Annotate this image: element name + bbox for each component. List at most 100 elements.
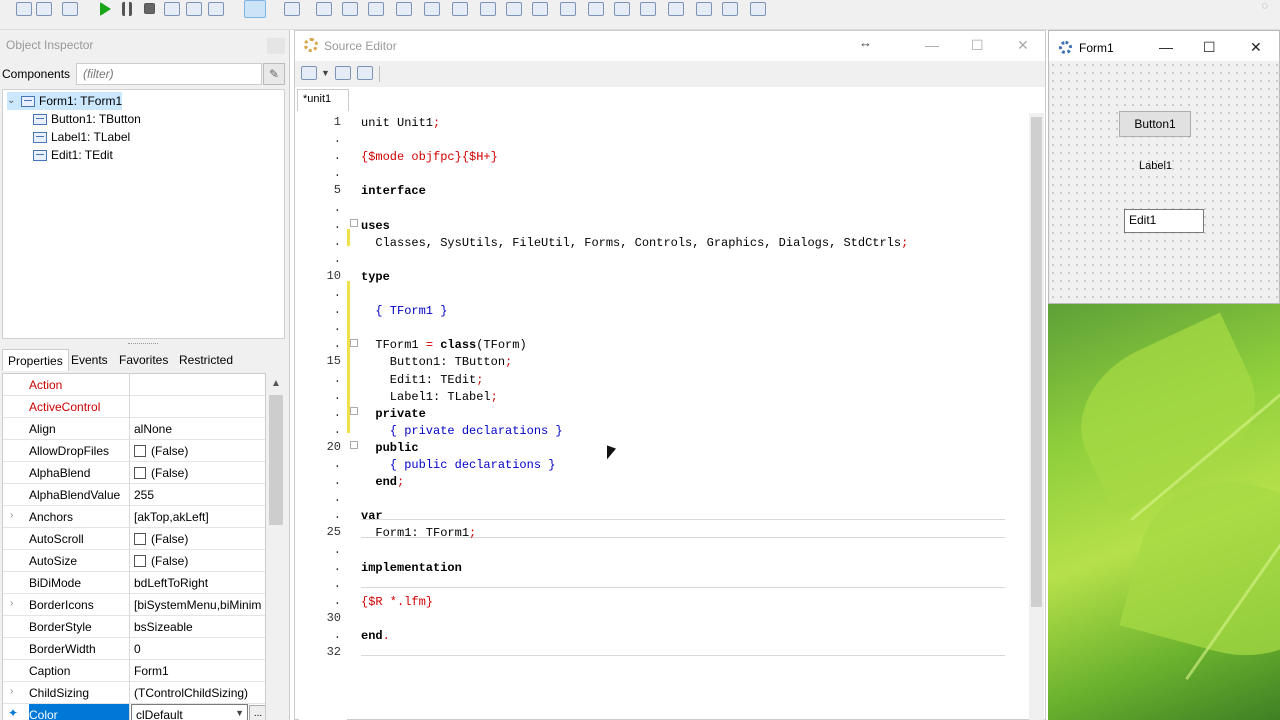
tab-properties[interactable]: Properties [2,349,69,371]
component-icon[interactable] [560,2,576,16]
help-icon[interactable]: ◌ [1261,0,1268,12]
tree-item[interactable]: Label1: TLabel [33,128,130,146]
form-titlebar[interactable]: Form1 — ☐ ✕ [1049,31,1279,61]
component-icon[interactable] [614,2,630,16]
tree-item[interactable]: Edit1: TEdit [33,146,113,164]
components-filter-input[interactable]: (filter) [76,63,262,85]
property-value-cell[interactable]: (False) [134,466,265,480]
code-line[interactable]: end. [361,628,390,645]
step-over-icon[interactable] [186,2,202,16]
property-checkbox[interactable] [134,467,146,479]
code-line[interactable]: implementation [361,560,462,577]
property-value-cell[interactable]: Form1 [134,664,265,678]
splitter-handle[interactable] [128,343,158,345]
clear-filter-icon[interactable]: ✎ [263,63,285,85]
property-value-cell[interactable]: [biSystemMenu,biMinim [134,598,265,612]
panel-close-button[interactable] [267,38,285,54]
new-unit-icon[interactable] [16,2,32,16]
code-editor[interactable]: unit Unit1; {$mode objfpc}{$H+} interface u… [361,113,1005,720]
property-row[interactable]: › ChildSizing (TControlChildSizing) [3,682,265,704]
edit1-control[interactable]: Edit1 [1124,209,1204,233]
code-line[interactable]: uses [361,218,390,235]
stop-icon[interactable] [144,3,155,14]
forward-icon[interactable] [357,66,373,80]
component-icon[interactable] [722,2,738,16]
source-editor-titlebar[interactable]: Source Editor ↔ — ☐ ✕ [295,31,1045,61]
design-surface[interactable] [1049,61,1279,303]
code-line[interactable]: Button1: TButton; [361,354,512,371]
collapse-icon[interactable]: ⌄ [7,92,17,110]
code-line[interactable]: Classes, SysUtils, FileUtil, Forms, Cont… [361,235,908,252]
back-icon[interactable] [335,66,351,80]
property-value-cell[interactable]: 0 [134,642,265,656]
component-icon[interactable] [640,2,656,16]
property-value-cell[interactable]: (False) [134,532,265,546]
code-line[interactable]: { public declarations } [361,457,556,474]
fold-toggle-icon[interactable] [350,441,358,449]
property-row[interactable]: ActiveControl [3,396,265,418]
maximize-button[interactable]: ☐ [1203,39,1216,56]
fold-toggle-icon[interactable] [350,339,358,347]
code-line[interactable]: var [361,508,383,525]
color-ellipsis-button[interactable]: ... [249,705,265,720]
minimize-button[interactable]: — [1159,39,1173,55]
component-icon[interactable] [452,2,468,16]
code-line[interactable]: TForm1 = class(TForm) [361,337,526,354]
color-value-dropdown[interactable]: clDefault ▼ [131,704,248,720]
radio-component-icon[interactable] [506,2,522,16]
property-value-cell[interactable]: 255 [134,488,265,502]
close-button[interactable]: ✕ [1250,39,1262,56]
tab-events[interactable]: Events [66,349,113,371]
step-into-icon[interactable] [164,2,180,16]
new-form-icon[interactable] [36,2,52,16]
tab-restricted[interactable]: Restricted [174,349,238,371]
property-value-cell[interactable]: (False) [134,554,265,568]
code-line[interactable]: Label1: TLabel; [361,389,498,406]
property-row[interactable]: › Anchors [akTop,akLeft] [3,506,265,528]
component-icon[interactable] [424,2,440,16]
selection-tool-icon[interactable] [244,0,266,18]
property-row[interactable]: Align alNone [3,418,265,440]
button1-control[interactable]: Button1 [1119,111,1191,137]
property-row[interactable]: BorderWidth 0 [3,638,265,660]
property-row[interactable]: AutoScroll (False) [3,528,265,550]
code-line[interactable]: unit Unit1; [361,115,440,132]
code-line[interactable]: Edit1: TEdit; [361,372,484,389]
code-line[interactable]: interface [361,183,426,200]
property-row[interactable]: AlphaBlend (False) [3,462,265,484]
property-row[interactable]: AllowDropFiles (False) [3,440,265,462]
close-button[interactable]: ✕ [1017,37,1029,54]
maximize-button[interactable]: ☐ [971,37,984,54]
scroll-up-icon[interactable]: ▲ [271,378,281,389]
property-value-cell[interactable]: bdLeftToRight [134,576,265,590]
property-value-cell[interactable]: (False) [134,444,265,458]
property-grid-scrollbar[interactable]: ▲ [268,373,284,720]
component-icon[interactable] [750,2,766,16]
property-row[interactable]: Action [3,374,265,396]
expand-icon[interactable]: › [10,686,13,697]
component-icon[interactable] [342,2,358,16]
component-icon[interactable] [532,2,548,16]
chevron-down-icon[interactable]: ▼ [235,708,244,718]
expand-icon[interactable]: › [10,598,13,609]
scrollbar-thumb[interactable] [269,395,283,525]
component-icon[interactable] [316,2,332,16]
jump-icon[interactable] [301,66,317,80]
code-line[interactable]: {$R *.lfm} [361,594,433,611]
property-row[interactable]: AlphaBlendValue 255 [3,484,265,506]
fold-toggle-icon[interactable] [350,219,358,227]
pause-icon[interactable] [122,2,132,16]
tab-favorites[interactable]: Favorites [114,349,173,371]
component-icon[interactable] [696,2,712,16]
property-checkbox[interactable] [134,533,146,545]
property-row[interactable]: Caption Form1 [3,660,265,682]
property-row[interactable]: ✦ Color clDefault ▼... [3,704,265,720]
code-line[interactable]: private [361,406,425,423]
component-icon[interactable] [668,2,684,16]
property-value-cell[interactable]: bsSizeable [134,620,265,634]
scrollbar-thumb[interactable] [1031,117,1042,607]
edit-component-icon[interactable] [396,2,412,16]
run-icon[interactable] [100,2,111,16]
label1-control[interactable]: Label1 [1139,160,1172,172]
code-line[interactable]: type [361,269,390,286]
